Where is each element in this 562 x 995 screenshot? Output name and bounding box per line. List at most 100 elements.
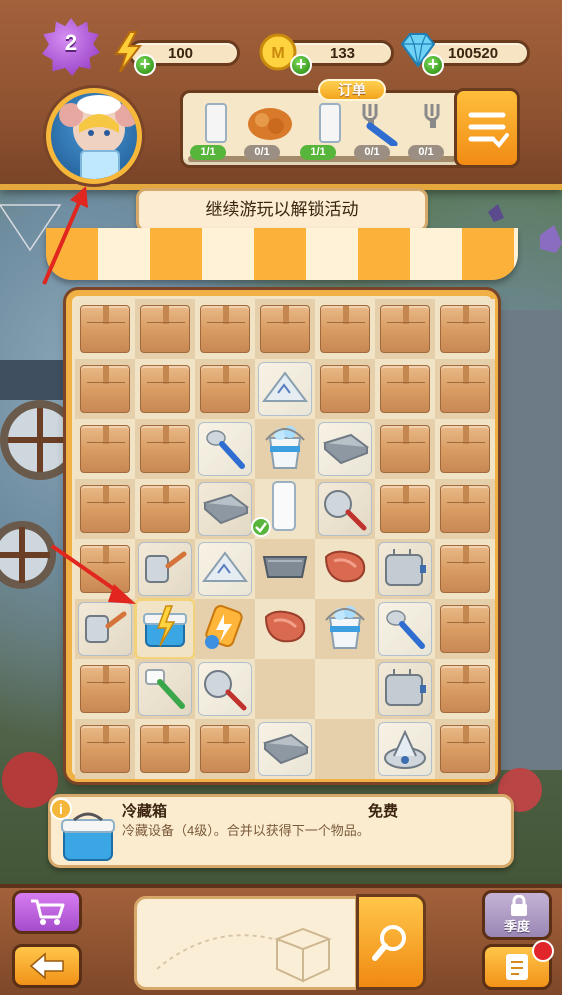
board-cell-brush[interactable]: [135, 659, 195, 719]
cone-filter-icon: [258, 362, 312, 416]
shop-button[interactable]: [12, 890, 82, 934]
board-cell-empty[interactable]: [315, 719, 375, 779]
board-cell-box[interactable]: [375, 419, 435, 479]
board-cell-box[interactable]: [435, 719, 495, 779]
board-cell-box[interactable]: [375, 299, 435, 359]
order-slot[interactable]: 0/1: [404, 100, 452, 160]
cardboard-box-icon: [140, 485, 190, 533]
cardboard-box-icon: [320, 365, 370, 413]
board-cell-box[interactable]: [75, 719, 135, 779]
board-cell-box[interactable]: [195, 359, 255, 419]
cardboard-box-icon: [80, 365, 130, 413]
board-cell-steak[interactable]: [315, 539, 375, 599]
cardboard-box-icon: [200, 305, 250, 353]
board-cell-box[interactable]: [135, 419, 195, 479]
cardboard-box-icon: [260, 305, 310, 353]
spatula-icon: [78, 602, 132, 656]
board-cell-tray[interactable]: [195, 479, 255, 539]
tray-icon: [198, 482, 252, 536]
board-cell-tray[interactable]: [255, 719, 315, 779]
board-cell-box[interactable]: [315, 359, 375, 419]
board-cell-toaster[interactable]: [375, 539, 435, 599]
board-cell-box[interactable]: [435, 419, 495, 479]
board-cell-toaster[interactable]: [375, 659, 435, 719]
board-cell-cone-filter[interactable]: [255, 359, 315, 419]
season-label: 季度: [503, 919, 530, 934]
player-avatar[interactable]: [46, 88, 142, 184]
inventory-slot[interactable]: [134, 896, 358, 990]
board-cell-box[interactable]: [375, 359, 435, 419]
board-cell-box[interactable]: [375, 479, 435, 539]
board-cell-energy-pack[interactable]: [195, 599, 255, 659]
board-cell-empty[interactable]: [255, 659, 315, 719]
order-slot[interactable]: 0/1: [240, 100, 298, 160]
journal-icon: [506, 954, 528, 980]
cardboard-box-icon: [140, 305, 190, 353]
board-cell-box[interactable]: [435, 539, 495, 599]
add-coins-button[interactable]: +: [290, 54, 312, 76]
board-cell-box[interactable]: [435, 299, 495, 359]
item-name: 冷藏箱: [122, 803, 168, 820]
board-cell-box[interactable]: [315, 299, 375, 359]
board-cell-strainer[interactable]: [315, 479, 375, 539]
board-cell-box[interactable]: [435, 479, 495, 539]
board-cell-box[interactable]: [435, 359, 495, 419]
board-cell-box[interactable]: [135, 719, 195, 779]
juicer-icon: [378, 722, 432, 776]
board-cell-box[interactable]: [75, 359, 135, 419]
board-cell-box[interactable]: [195, 719, 255, 779]
board-cell-spoon[interactable]: [195, 419, 255, 479]
board-cell-box[interactable]: [135, 299, 195, 359]
board-cell-cooler[interactable]: [134, 598, 196, 660]
spoon-icon: [378, 602, 432, 656]
orders-tab[interactable]: 订单: [318, 79, 386, 101]
add-energy-button[interactable]: +: [134, 54, 156, 76]
tutorial-arrow-icon: [42, 186, 88, 285]
item-price: 免费: [368, 803, 399, 820]
steak-icon: [320, 547, 370, 592]
board-cell-box[interactable]: [435, 659, 495, 719]
item-description: 冷藏设备（4级）。合并以获得下一个物品。: [122, 823, 370, 838]
order-slot[interactable]: 1/1: [186, 100, 244, 160]
orders-menu-button[interactable]: [454, 88, 520, 168]
fork-icon: [424, 104, 440, 128]
search-button[interactable]: [356, 894, 426, 990]
back-button[interactable]: [12, 944, 82, 988]
order-slot[interactable]: 0/1: [350, 100, 408, 160]
game-screen: 2 + 100 M + 133 + 100520 订单 1/1 0/1 1/1 …: [0, 0, 562, 995]
board-cell-cone-filter[interactable]: [195, 539, 255, 599]
steak-icon: [260, 607, 310, 652]
board-cell-spoon[interactable]: [375, 599, 435, 659]
board-cell-juicer[interactable]: [375, 719, 435, 779]
board-cell-ice-bucket[interactable]: [315, 599, 375, 659]
fried-food-icon: [248, 108, 292, 140]
board-cell-box[interactable]: [75, 479, 135, 539]
board-cell-box[interactable]: [75, 299, 135, 359]
energy-value: 100: [168, 45, 194, 62]
board-cell-spatula[interactable]: [75, 599, 135, 659]
board-cell-milk-glass[interactable]: [251, 479, 315, 539]
board-cell-box[interactable]: [195, 299, 255, 359]
board-cell-box[interactable]: [135, 479, 195, 539]
cardboard-box-icon: [140, 725, 190, 773]
board-cell-box[interactable]: [255, 299, 315, 359]
board-cell-steak[interactable]: [255, 599, 315, 659]
board-cell-spatula[interactable]: [135, 539, 195, 599]
milk-glass-icon: [267, 480, 303, 539]
board-cell-empty[interactable]: [315, 659, 375, 719]
board-cell-ice-bucket[interactable]: [255, 419, 315, 479]
board-cell-strainer[interactable]: [195, 659, 255, 719]
board-cell-box[interactable]: [75, 659, 135, 719]
add-gems-button[interactable]: +: [422, 54, 444, 76]
coins-value: 133: [330, 45, 356, 62]
board-cell-box[interactable]: [75, 419, 135, 479]
board-cell-baking-pan[interactable]: [255, 539, 315, 599]
order-count: 0/1: [244, 145, 280, 160]
cardboard-box-icon: [440, 485, 490, 533]
toaster-icon: [378, 662, 432, 716]
board-cell-tray[interactable]: [315, 419, 375, 479]
order-slot[interactable]: 1/1: [296, 100, 354, 160]
board-cell-box[interactable]: [435, 599, 495, 659]
strainer-icon: [318, 482, 372, 536]
board-cell-box[interactable]: [135, 359, 195, 419]
